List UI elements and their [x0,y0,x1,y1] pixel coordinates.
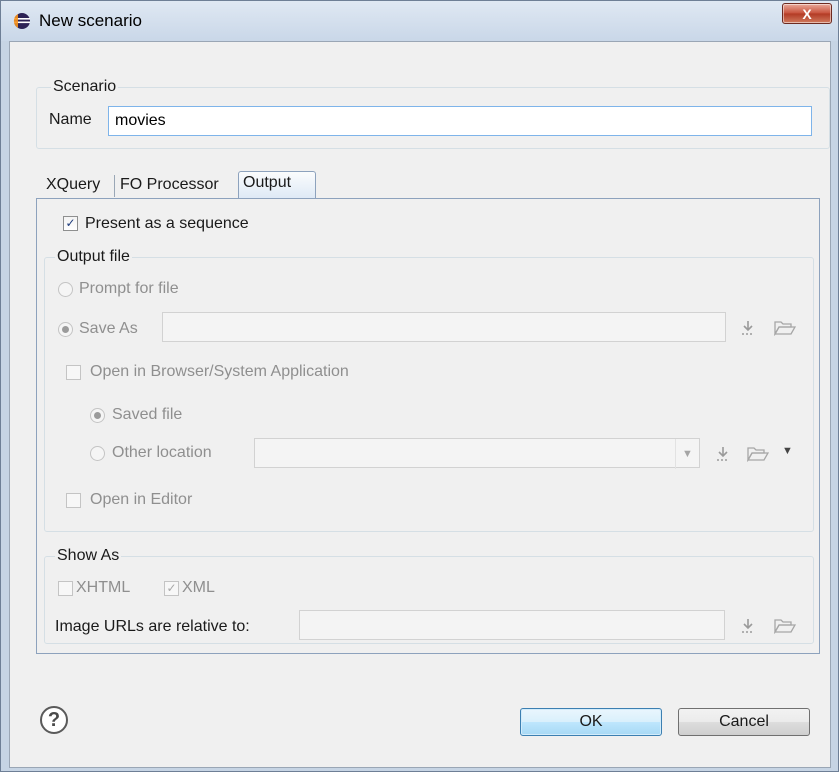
open-in-browser-label: Open in Browser/System Application [90,363,349,380]
prompt-for-file-label: Prompt for file [79,280,179,297]
open-in-editor-checkbox[interactable] [66,493,81,508]
xml-checkbox[interactable]: ✓ [164,581,179,596]
dialog-body: Scenario Name XQuery FO Processor Output… [9,41,831,768]
insert-variables-icon[interactable] [739,617,757,635]
xml-label: XML [182,579,215,596]
folder-open-icon[interactable] [747,446,769,462]
name-field[interactable] [108,106,812,136]
title-bar: New scenario X [1,1,838,41]
tab-output[interactable]: Output [238,171,316,200]
close-button[interactable]: X [782,3,832,24]
tab-fo-processor[interactable]: FO Processor [116,174,238,200]
saved-file-radio[interactable] [90,408,105,423]
open-in-browser-checkbox[interactable] [66,365,81,380]
tab-xquery[interactable]: XQuery [42,174,112,200]
eclipse-icon [13,13,30,29]
prompt-for-file-radio[interactable] [58,282,73,297]
folder-open-icon[interactable] [774,320,796,336]
xhtml-label: XHTML [76,579,131,596]
tab-divider [114,175,115,197]
image-urls-label: Image URLs are relative to: [55,618,250,635]
output-file-group-label: Output file [55,248,132,266]
saved-file-label: Saved file [112,406,183,423]
folder-open-icon[interactable] [774,618,796,634]
xhtml-checkbox[interactable] [58,581,73,596]
chevron-down-icon[interactable]: ▼ [782,445,793,457]
save-as-field[interactable] [162,312,726,342]
present-as-sequence-label: Present as a sequence [85,215,249,232]
insert-variables-icon[interactable] [739,319,757,337]
close-icon: X [802,5,812,22]
save-as-label: Save As [79,320,138,337]
insert-variables-icon[interactable] [714,445,732,463]
open-in-editor-label: Open in Editor [90,491,193,508]
chevron-down-icon[interactable]: ▼ [675,439,699,469]
other-location-label: Other location [112,444,212,461]
help-icon[interactable]: ? [40,706,68,734]
show-as-group-label: Show As [55,547,122,565]
dialog-window: New scenario X Scenario Name XQuery FO P… [0,0,839,772]
other-location-radio[interactable] [90,446,105,461]
save-as-radio[interactable] [58,322,73,337]
present-as-sequence-checkbox[interactable]: ✓ [63,216,78,231]
image-urls-field[interactable] [299,610,725,640]
ok-button[interactable]: OK [520,708,662,736]
window-title: New scenario [39,11,142,30]
other-location-combo[interactable]: ▼ [254,438,700,469]
name-label: Name [49,111,92,128]
scenario-group-label: Scenario [51,78,119,96]
cancel-button[interactable]: Cancel [678,708,810,736]
